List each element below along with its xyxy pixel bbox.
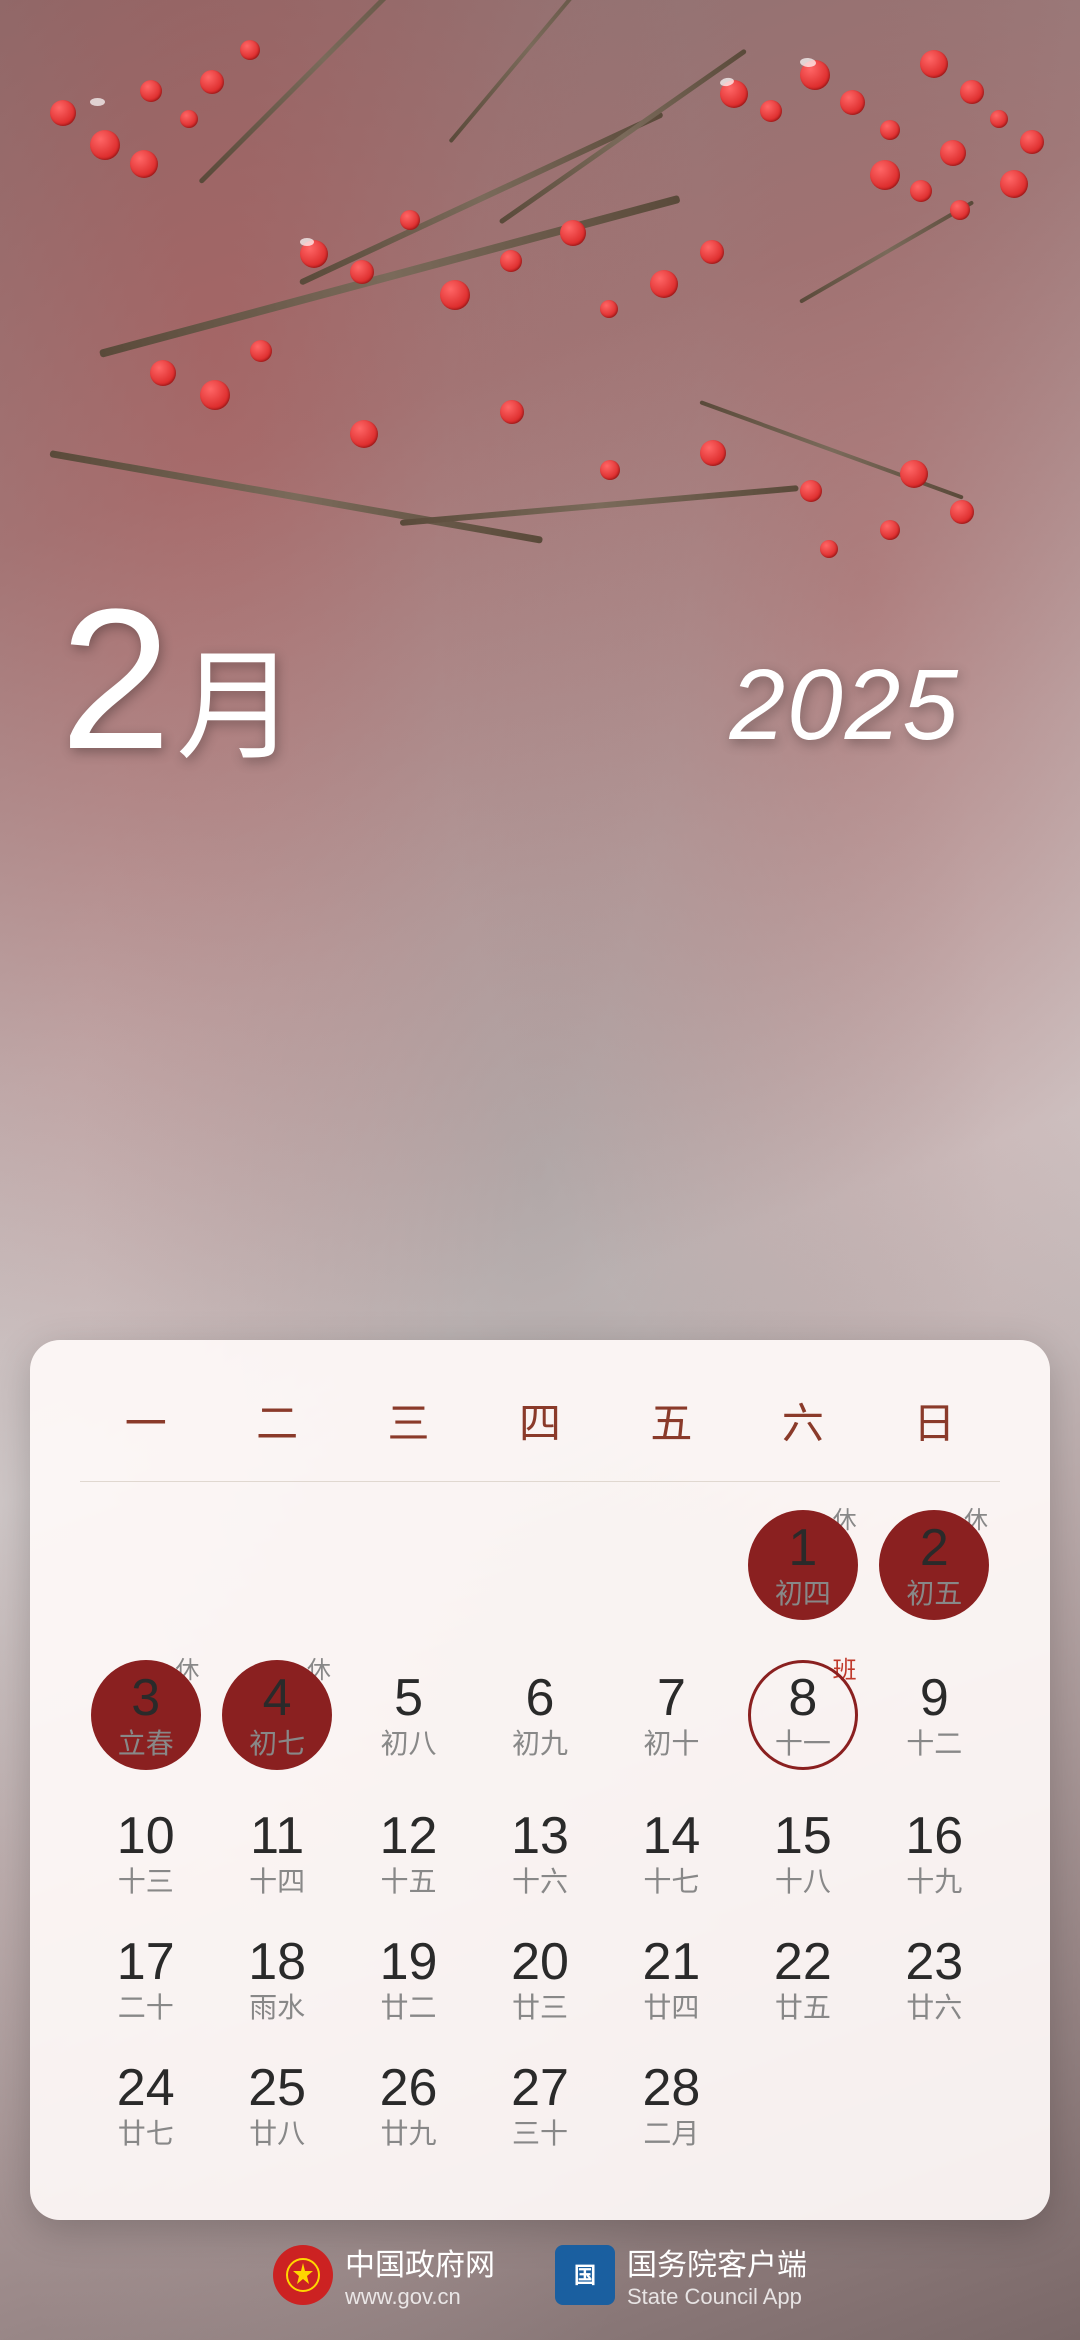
cal-day-11[interactable]: 11 十四: [211, 1792, 342, 1918]
cal-day-15[interactable]: 15 十八: [737, 1792, 868, 1918]
cal-day-14[interactable]: 14 十七: [606, 1792, 737, 1918]
cal-day-23[interactable]: 23 廿六: [869, 1918, 1000, 2044]
calendar-week-2: 休 3 立春 休 4 初七 5 初八 6 初九 7 初十: [80, 1642, 1000, 1792]
weekday-headers: 一 二 三 四 五 六 日: [80, 1380, 1000, 1461]
app-brand[interactable]: 国 国务院客户端 State Council App: [555, 2240, 807, 2310]
cal-day-22[interactable]: 22 廿五: [737, 1918, 868, 2044]
cal-day-27[interactable]: 27 三十: [474, 2044, 605, 2170]
cal-day-24[interactable]: 24 廿七: [80, 2044, 211, 2170]
month-char: 月: [176, 609, 296, 783]
weekday-thu: 四: [474, 1380, 605, 1461]
weekday-sat: 六: [737, 1380, 868, 1461]
calendar-panel: 一 二 三 四 五 六 日 休 1 初四 休 2 初五: [30, 1340, 1050, 2221]
cal-day-19[interactable]: 19 廿二: [343, 1918, 474, 2044]
cal-day-9[interactable]: 9 十二: [869, 1642, 1000, 1792]
app-logo: 国: [555, 2245, 615, 2305]
cal-empty-1: [80, 1492, 211, 1642]
gov-brand[interactable]: 中国政府网 www.gov.cn: [273, 2240, 495, 2310]
cal-empty-7: [869, 2044, 1000, 2170]
cal-empty-6: [737, 2044, 868, 2170]
cal-day-5[interactable]: 5 初八: [343, 1642, 474, 1792]
app-text: 国务院客户端 State Council App: [627, 2240, 807, 2310]
cal-day-17[interactable]: 17 二十: [80, 1918, 211, 2044]
cal-day-28[interactable]: 28 二月: [606, 2044, 737, 2170]
footer-branding: 中国政府网 www.gov.cn 国 国务院客户端 State Council …: [0, 2240, 1080, 2310]
weekday-mon: 一: [80, 1380, 211, 1461]
cal-day-7[interactable]: 7 初十: [606, 1642, 737, 1792]
cal-day-6[interactable]: 6 初九: [474, 1642, 605, 1792]
cal-day-26[interactable]: 26 廿九: [343, 2044, 474, 2170]
header-divider: [80, 1481, 1000, 1483]
weekday-sun: 日: [869, 1380, 1000, 1461]
cal-day-20[interactable]: 20 廿三: [474, 1918, 605, 2044]
cal-day-18[interactable]: 18 雨水: [211, 1918, 342, 2044]
cal-day-21[interactable]: 21 廿四: [606, 1918, 737, 2044]
weekday-wed: 三: [343, 1380, 474, 1461]
cal-empty-2: [211, 1492, 342, 1642]
cal-day-12[interactable]: 12 十五: [343, 1792, 474, 1918]
month-number: 2: [60, 580, 166, 780]
calendar-week-3: 10 十三 11 十四 12 十五 13 十六 14 十七 15 十八 16 十…: [80, 1792, 1000, 1918]
app-name: 国务院客户端: [627, 2240, 807, 2284]
gov-name: 中国政府网: [345, 2240, 495, 2284]
svg-text:国: 国: [574, 2263, 596, 2288]
cal-empty-3: [343, 1492, 474, 1642]
cal-empty-5: [606, 1492, 737, 1642]
gov-url: www.gov.cn: [345, 2284, 495, 2310]
app-sub: State Council App: [627, 2284, 807, 2310]
cal-day-25[interactable]: 25 廿八: [211, 2044, 342, 2170]
cal-day-3[interactable]: 休 3 立春: [80, 1642, 211, 1792]
cal-day-1[interactable]: 休 1 初四: [737, 1492, 868, 1642]
month-title-area: 2 月 2025: [0, 580, 1080, 783]
cal-day-2[interactable]: 休 2 初五: [869, 1492, 1000, 1642]
gov-text: 中国政府网 www.gov.cn: [345, 2240, 495, 2310]
cal-day-8[interactable]: 班 8 十一: [737, 1642, 868, 1792]
cal-day-10[interactable]: 10 十三: [80, 1792, 211, 1918]
cal-day-16[interactable]: 16 十九: [869, 1792, 1000, 1918]
cal-empty-4: [474, 1492, 605, 1642]
cal-day-4[interactable]: 休 4 初七: [211, 1642, 342, 1792]
gov-logo: [273, 2245, 333, 2305]
weekday-tue: 二: [211, 1380, 342, 1461]
weekday-fri: 五: [606, 1380, 737, 1461]
cal-day-13[interactable]: 13 十六: [474, 1792, 605, 1918]
calendar-week-4: 17 二十 18 雨水 19 廿二 20 廿三 21 廿四 22 廿五 23 廿…: [80, 1918, 1000, 2044]
calendar-week-1: 休 1 初四 休 2 初五: [80, 1492, 1000, 1642]
calendar-week-5: 24 廿七 25 廿八 26 廿九 27 三十 28 二月: [80, 2044, 1000, 2170]
year-number: 2025: [730, 648, 960, 763]
